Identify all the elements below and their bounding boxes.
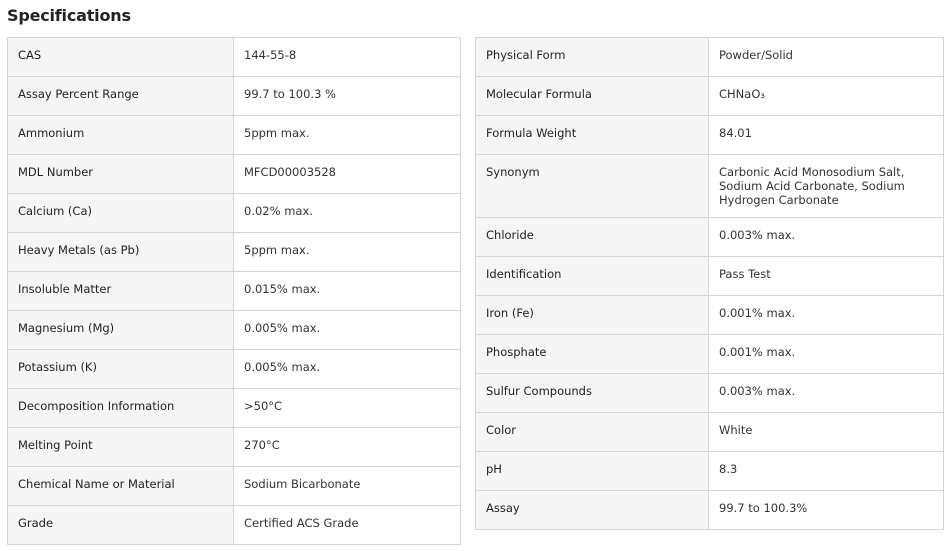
spec-value: Sodium Bicarbonate [233,466,461,506]
spec-value: Carbonic Acid Monosodium Salt, Sodium Ac… [708,154,944,218]
specifications-table-right: Physical Form Powder/Solid Molecular Form… [475,37,944,530]
spec-row-insoluble-matter: Insoluble Matter 0.015% max. [7,271,461,311]
spec-label: Ammonium [7,115,234,155]
spec-row-magnesium: Magnesium (Mg) 0.005% max. [7,310,461,350]
spec-value: 0.003% max. [708,217,944,257]
spec-value: 99.7 to 100.3% [708,490,944,530]
spec-label: Melting Point [7,427,234,467]
spec-label: Phosphate [475,334,709,374]
spec-value: 0.003% max. [708,373,944,413]
spec-label: Assay [475,490,709,530]
specifications-table-left: CAS 144-55-8 Assay Percent Range 99.7 to 1… [7,37,461,545]
spec-value: 5ppm max. [233,232,461,272]
spec-row-decomposition-information: Decomposition Information >50°C [7,388,461,428]
spec-row-ammonium: Ammonium 5ppm max. [7,115,461,155]
spec-label: Chloride [475,217,709,257]
spec-label: Physical Form [475,37,709,77]
spec-label: MDL Number [7,154,234,194]
spec-row-melting-point: Melting Point 270°C [7,427,461,467]
spec-label: Insoluble Matter [7,271,234,311]
spec-row-chloride: Chloride 0.003% max. [475,217,944,257]
spec-label: Iron (Fe) [475,295,709,335]
spec-value: 270°C [233,427,461,467]
spec-row-ph: pH 8.3 [475,451,944,491]
spec-row-sulfur-compounds: Sulfur Compounds 0.003% max. [475,373,944,413]
page-title: Specifications [7,6,131,25]
spec-value: Certified ACS Grade [233,505,461,545]
spec-row-assay: Assay 99.7 to 100.3% [475,490,944,530]
spec-value: 0.001% max. [708,334,944,374]
spec-label: Assay Percent Range [7,76,234,116]
spec-row-potassium: Potassium (K) 0.005% max. [7,349,461,389]
spec-value: 0.005% max. [233,349,461,389]
spec-value: 0.015% max. [233,271,461,311]
spec-row-heavy-metals: Heavy Metals (as Pb) 5ppm max. [7,232,461,272]
spec-label: Sulfur Compounds [475,373,709,413]
spec-value: >50°C [233,388,461,428]
spec-row-iron: Iron (Fe) 0.001% max. [475,295,944,335]
spec-row-chemical-name: Chemical Name or Material Sodium Bicarbon… [7,466,461,506]
spec-row-synonym: Synonym Carbonic Acid Monosodium Salt, So… [475,154,944,218]
spec-label: Magnesium (Mg) [7,310,234,350]
spec-value: Powder/Solid [708,37,944,77]
spec-label: pH [475,451,709,491]
spec-value: 8.3 [708,451,944,491]
spec-row-color: Color White [475,412,944,452]
spec-row-identification: Identification Pass Test [475,256,944,296]
spec-row-grade: Grade Certified ACS Grade [7,505,461,545]
spec-row-mdl-number: MDL Number MFCD00003528 [7,154,461,194]
spec-value: MFCD00003528 [233,154,461,194]
spec-value: 0.02% max. [233,193,461,233]
spec-label: Synonym [475,154,709,218]
spec-value: 5ppm max. [233,115,461,155]
spec-value: 0.005% max. [233,310,461,350]
spec-row-formula-weight: Formula Weight 84.01 [475,115,944,155]
spec-label: Grade [7,505,234,545]
spec-label: Calcium (Ca) [7,193,234,233]
spec-label: Formula Weight [475,115,709,155]
spec-label: Chemical Name or Material [7,466,234,506]
spec-label: Color [475,412,709,452]
spec-label: Identification [475,256,709,296]
spec-label: Molecular Formula [475,76,709,116]
spec-value: CHNaO₃ [708,76,944,116]
spec-label: Heavy Metals (as Pb) [7,232,234,272]
spec-label: CAS [7,37,234,77]
spec-row-phosphate: Phosphate 0.001% max. [475,334,944,374]
spec-value: Pass Test [708,256,944,296]
spec-label: Decomposition Information [7,388,234,428]
spec-row-calcium: Calcium (Ca) 0.02% max. [7,193,461,233]
spec-label: Potassium (K) [7,349,234,389]
spec-value: 99.7 to 100.3 % [233,76,461,116]
spec-value: White [708,412,944,452]
spec-value: 0.001% max. [708,295,944,335]
spec-row-physical-form: Physical Form Powder/Solid [475,37,944,77]
spec-row-assay-percent-range: Assay Percent Range 99.7 to 100.3 % [7,76,461,116]
spec-value: 144-55-8 [233,37,461,77]
spec-value: 84.01 [708,115,944,155]
spec-row-molecular-formula: Molecular Formula CHNaO₃ [475,76,944,116]
spec-row-cas: CAS 144-55-8 [7,37,461,77]
